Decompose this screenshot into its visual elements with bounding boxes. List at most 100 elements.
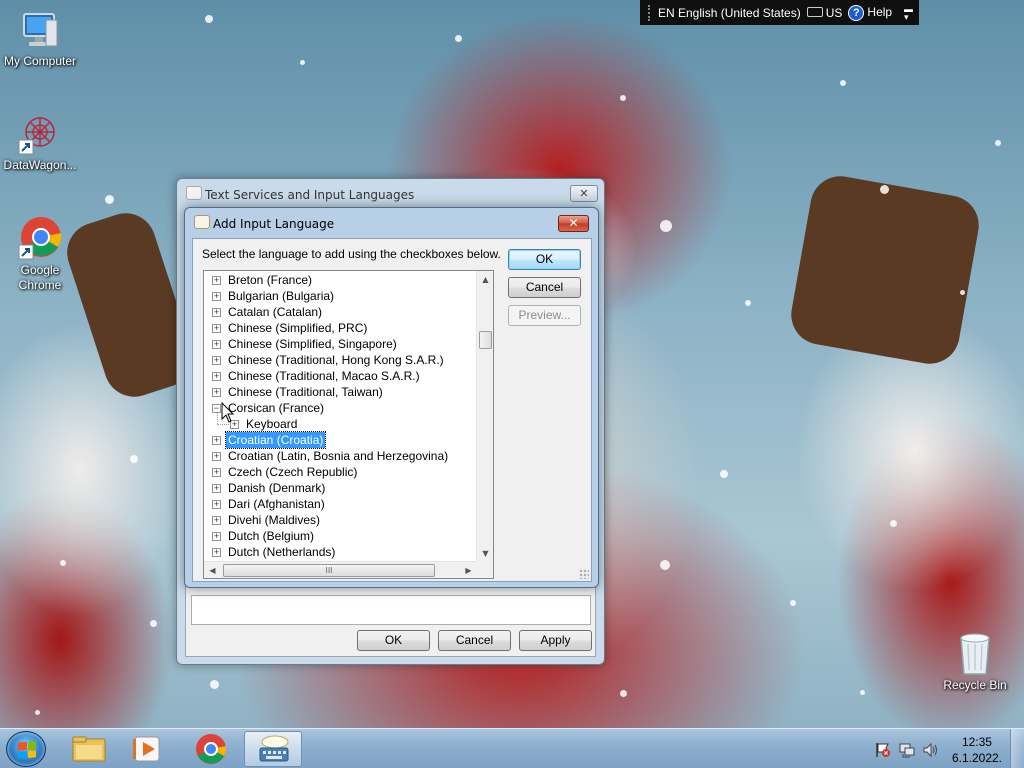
show-desktop-button[interactable]: [1010, 729, 1024, 768]
tree-item[interactable]: + Chinese (Simplified, PRC): [204, 320, 476, 336]
tree-item[interactable]: + Chinese (Traditional, Macao S.A.R.): [204, 368, 476, 384]
tree-item-label: Breton (France): [228, 273, 313, 287]
tree-item-label: Dutch (Belgium): [228, 529, 315, 543]
tree-item[interactable]: − Corsican (France): [204, 400, 476, 416]
preview-button[interactable]: Preview...: [508, 305, 581, 326]
tree-item[interactable]: + Chinese (Traditional, Hong Kong S.A.R.): [204, 352, 476, 368]
expand-icon[interactable]: +: [212, 356, 221, 365]
keyboard-layout-label: US: [825, 5, 843, 20]
cancel-button[interactable]: Cancel: [508, 277, 581, 298]
scroll-up-arrow[interactable]: ▲: [477, 271, 493, 288]
expand-icon[interactable]: +: [212, 452, 221, 461]
scroll-thumb[interactable]: [479, 331, 492, 349]
mouse-pointer-icon: [221, 402, 235, 423]
language-bar: EN English (United States) US ? Help ▬ ▾: [640, 0, 919, 25]
desktop-icon-recycle-bin[interactable]: Recycle Bin: [935, 630, 1015, 693]
expand-icon[interactable]: +: [212, 500, 221, 509]
clock[interactable]: 12:35 6.1.2022.: [952, 734, 1002, 766]
tree-item[interactable]: + Catalan (Catalan): [204, 304, 476, 320]
language-tree[interactable]: + Breton (France) + Bulgarian (Bulgaria) + Ca…: [203, 270, 494, 579]
taskbar-chrome[interactable]: [182, 731, 240, 767]
expand-icon[interactable]: +: [212, 292, 221, 301]
taskbar-media-player[interactable]: [119, 731, 177, 767]
tree-item-label: Dutch (Netherlands): [228, 545, 336, 559]
tree-item-label: Bulgarian (Bulgaria): [228, 289, 335, 303]
hscroll-thumb[interactable]: III: [223, 564, 435, 577]
recycle-bin-icon: [955, 630, 995, 676]
chrome-icon: [196, 734, 227, 764]
keyboard-icon: [259, 735, 289, 762]
tree-item[interactable]: + Croatian (Latin, Bosnia and Herzegovina…: [204, 448, 476, 464]
tree-item[interactable]: + Divehi (Maldives): [204, 512, 476, 528]
desktop-icon-datawagon[interactable]: DataWagon...: [0, 110, 80, 173]
add-input-language-dialog: Add Input Language ✕ Select the language…: [184, 207, 599, 588]
volume-icon[interactable]: [922, 741, 940, 759]
expand-icon[interactable]: +: [212, 276, 221, 285]
help-label: Help: [867, 4, 893, 19]
expand-icon[interactable]: +: [212, 484, 221, 493]
tree-item[interactable]: + Croatian (Croatia): [204, 431, 476, 449]
scroll-down-arrow[interactable]: ▼: [477, 545, 493, 562]
expand-icon[interactable]: +: [212, 436, 221, 445]
tree-item-label: Keyboard: [246, 417, 298, 431]
tree-item[interactable]: + Dutch (Netherlands): [204, 544, 476, 560]
tree-item[interactable]: + Dari (Afghanistan): [204, 496, 476, 512]
tree-item-label: Divehi (Maldives): [228, 513, 321, 527]
network-icon[interactable]: [898, 741, 916, 759]
apply-button[interactable]: Apply: [519, 630, 592, 651]
expand-icon[interactable]: +: [212, 468, 221, 477]
language-bar-options-icon[interactable]: ▬ ▾: [904, 4, 913, 21]
expand-icon[interactable]: +: [212, 372, 221, 381]
cancel-button[interactable]: Cancel: [438, 630, 511, 651]
expand-icon[interactable]: +: [212, 324, 221, 333]
expand-icon[interactable]: +: [212, 388, 221, 397]
keyboard-window-icon: [186, 186, 202, 200]
expand-icon[interactable]: +: [212, 532, 221, 541]
language-bar-grip[interactable]: [648, 4, 652, 21]
tree-item[interactable]: + Dutch (Belgium): [204, 528, 476, 544]
media-player-icon: [133, 736, 160, 762]
tree-item[interactable]: + Chinese (Traditional, Taiwan): [204, 384, 476, 400]
tree-item[interactable]: + Danish (Denmark): [204, 480, 476, 496]
tree-item[interactable]: + Bulgarian (Bulgaria): [204, 288, 476, 304]
datawagon-icon: [17, 110, 63, 156]
chrome-icon: [17, 215, 63, 261]
ok-button[interactable]: OK: [357, 630, 430, 651]
vertical-scrollbar[interactable]: ▲ ▼: [476, 271, 493, 562]
computer-icon: [19, 10, 61, 52]
close-button[interactable]: ✕: [558, 215, 589, 232]
tree-item-label: Chinese (Simplified, Singapore): [228, 337, 397, 351]
tree-item-label: Croatian (Latin, Bosnia and Herzegovina): [228, 449, 449, 463]
tree-item[interactable]: + Czech (Czech Republic): [204, 464, 476, 480]
start-button[interactable]: [6, 731, 46, 767]
close-button[interactable]: ✕: [570, 185, 598, 202]
tree-child-item[interactable]: + Keyboard: [204, 412, 476, 432]
keyboard-window-icon: [194, 215, 210, 229]
keyboard-layout[interactable]: US: [806, 5, 843, 20]
tree-item-label: Chinese (Simplified, PRC): [228, 321, 368, 335]
taskbar-text-services[interactable]: [244, 731, 302, 767]
desktop-icon-my-computer[interactable]: My Computer: [0, 10, 80, 69]
tree-item[interactable]: + Chinese (Simplified, Singapore): [204, 336, 476, 352]
expand-icon[interactable]: +: [212, 548, 221, 557]
taskbar-explorer[interactable]: [60, 731, 118, 767]
clock-time: 12:35: [961, 735, 992, 749]
ok-button[interactable]: OK: [508, 249, 581, 270]
scroll-right-arrow[interactable]: ▶: [460, 562, 477, 578]
dialog-title: Text Services and Input Languages: [205, 188, 415, 202]
wallpaper-glove-right: [786, 171, 984, 369]
folder-icon: [72, 736, 106, 762]
scroll-left-arrow[interactable]: ◀: [204, 562, 221, 578]
resize-grip[interactable]: [579, 569, 589, 579]
details-textbox[interactable]: [191, 595, 591, 625]
action-center-flag-icon[interactable]: [874, 741, 892, 759]
expand-icon[interactable]: +: [212, 340, 221, 349]
expand-icon[interactable]: +: [212, 516, 221, 525]
horizontal-scrollbar[interactable]: ◀ III ▶: [204, 561, 477, 578]
tree-item[interactable]: + Breton (France): [204, 272, 476, 288]
expand-icon[interactable]: +: [212, 308, 221, 317]
tree-item-label: Chinese (Traditional, Hong Kong S.A.R.): [228, 353, 444, 367]
language-bar-help[interactable]: ? Help: [848, 4, 893, 21]
language-indicator[interactable]: EN English (United States): [658, 6, 801, 20]
desktop-icon-google-chrome[interactable]: Google Chrome: [0, 215, 80, 293]
